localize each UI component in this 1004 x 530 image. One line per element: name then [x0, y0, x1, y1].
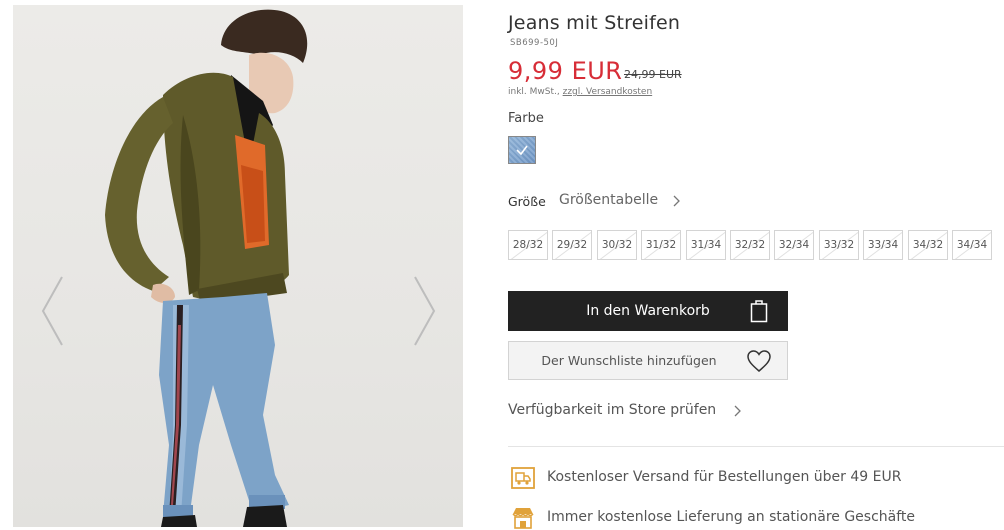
product-title: Jeans mit Streifen	[508, 12, 681, 34]
size-option[interactable]: 32/32	[730, 230, 770, 260]
size-option-label: 30/32	[601, 239, 633, 251]
size-option[interactable]: 32/34	[774, 230, 814, 260]
size-option[interactable]: 31/34	[686, 230, 726, 260]
size-option[interactable]: 28/32	[508, 230, 548, 260]
size-option-label: 31/32	[645, 239, 677, 251]
size-option[interactable]: 31/32	[641, 230, 681, 260]
product-sku: SB699-50J	[510, 38, 559, 48]
tax-note: inkl. MwSt., zzgl. Versandkosten	[508, 87, 652, 97]
size-chart-link[interactable]: Größentabelle	[559, 192, 658, 208]
size-option-label: 29/32	[556, 239, 588, 251]
color-swatch-blue[interactable]	[508, 136, 536, 164]
color-label: Farbe	[508, 111, 544, 126]
check-store-availability-link[interactable]: Verfügbarkeit im Store prüfen	[508, 402, 716, 418]
checkmark-icon	[516, 145, 528, 156]
chevron-right-icon[interactable]	[734, 405, 742, 417]
size-option-label: 33/32	[823, 239, 855, 251]
original-price: 24,99 EUR	[624, 68, 682, 81]
store-icon	[512, 508, 534, 529]
shopping-bag-icon	[750, 300, 768, 323]
current-price: 9,99 EUR	[508, 57, 623, 85]
size-option[interactable]: 29/32	[552, 230, 592, 260]
delivery-truck-icon	[511, 467, 535, 489]
shipping-costs-link[interactable]: zzgl. Versandkosten	[563, 87, 653, 97]
benefit-free-shipping-text: Kostenloser Versand für Bestellungen übe…	[547, 469, 902, 485]
divider	[508, 446, 1004, 447]
size-option[interactable]: 34/32	[908, 230, 948, 260]
size-option[interactable]: 30/32	[597, 230, 637, 260]
size-option-label: 32/34	[778, 239, 810, 251]
size-option[interactable]: 33/34	[863, 230, 903, 260]
size-option-label: 34/34	[956, 239, 988, 251]
size-option[interactable]: 33/32	[819, 230, 859, 260]
add-to-wishlist-button[interactable]: Der Wunschliste hinzufügen	[508, 341, 788, 380]
tax-note-text: inkl. MwSt.,	[508, 87, 560, 97]
add-to-cart-label: In den Warenkorb	[586, 303, 710, 319]
product-image-gallery	[13, 5, 463, 527]
product-photo	[105, 9, 308, 527]
add-to-cart-button[interactable]: In den Warenkorb	[508, 291, 788, 331]
wishlist-label: Der Wunschliste hinzufügen	[541, 353, 717, 368]
benefit-store-delivery-text: Immer kostenlose Lieferung an stationäre…	[547, 509, 916, 525]
size-option-label: 34/32	[912, 239, 944, 251]
gallery-next-arrow-icon[interactable]	[411, 275, 437, 347]
gallery-previous-arrow-icon[interactable]	[40, 275, 66, 347]
heart-icon	[747, 350, 771, 372]
chevron-right-icon[interactable]	[673, 195, 681, 207]
size-option[interactable]: 34/34	[952, 230, 992, 260]
size-option-label: 31/34	[690, 239, 722, 251]
size-option-label: 33/34	[867, 239, 899, 251]
size-label: Größe	[508, 194, 546, 209]
size-option-label: 32/32	[734, 239, 766, 251]
size-option-label: 28/32	[512, 239, 544, 251]
